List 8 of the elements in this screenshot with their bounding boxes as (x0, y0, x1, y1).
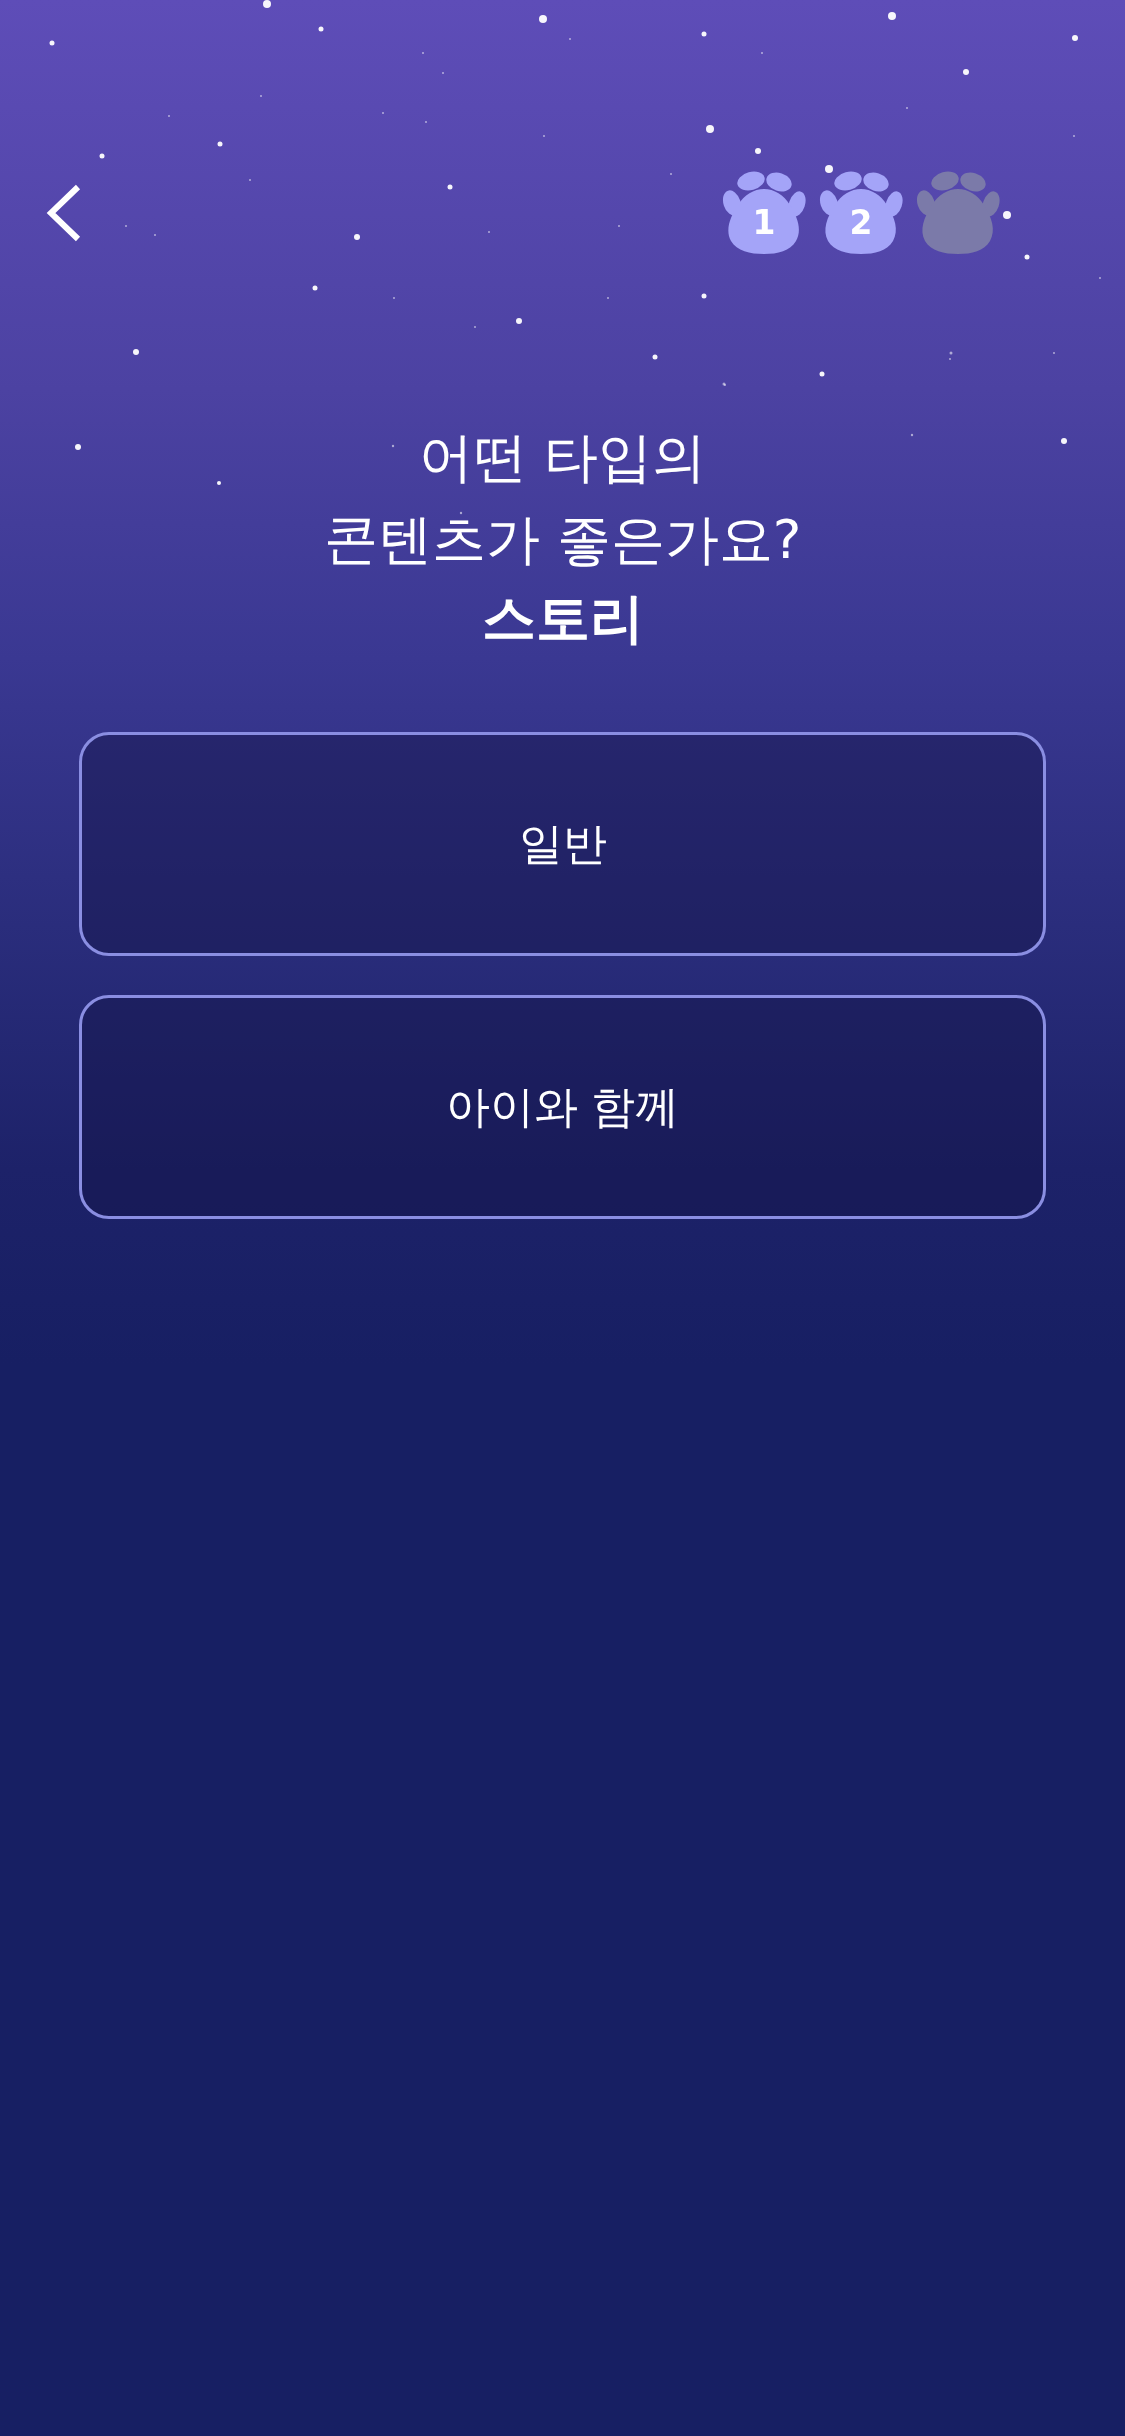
back-button[interactable] (46, 184, 82, 242)
category-label: 스토리 (481, 586, 644, 652)
step-number: 2 (849, 206, 873, 239)
step-number: 1 (752, 206, 776, 239)
option-button[interactable]: 일반 (79, 732, 1046, 956)
chevron-left-icon (46, 184, 82, 242)
option-button[interactable]: 아이와 함께 (79, 995, 1046, 1219)
question-text: 어떤 타입의 콘텐츠가 좋은가요? (323, 425, 802, 573)
